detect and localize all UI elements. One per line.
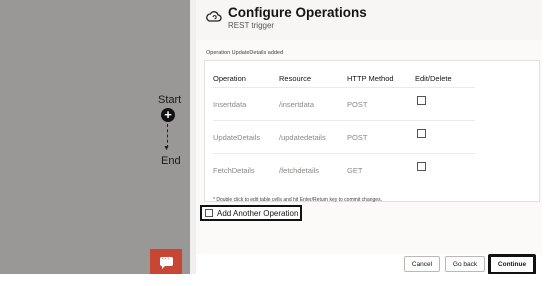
row-select-checkbox[interactable] — [417, 162, 426, 172]
operation-cell[interactable]: FetchDetails — [213, 153, 279, 186]
flow-arrow-icon: ▼ — [163, 145, 170, 152]
resource-cell[interactable]: /fetchdetails — [279, 153, 347, 186]
operations-table-container: Operation Resource HTTP Method Edit/Dele… — [204, 60, 540, 203]
panel-subtitle: REST trigger — [228, 21, 275, 30]
method-cell[interactable]: POST — [347, 87, 415, 121]
add-action-node[interactable]: + — [161, 108, 175, 122]
status-message: Operation UpdateDetails added — [206, 50, 284, 56]
method-cell[interactable]: GET — [347, 153, 415, 186]
row-select-checkbox[interactable] — [417, 129, 426, 139]
chat-button[interactable]: ··· — [150, 249, 182, 274]
flow-end-label: End — [161, 155, 181, 167]
add-another-operation-label: Add Another Operation — [217, 208, 299, 218]
table-header-row: Operation Resource HTTP Method Edit/Dele… — [213, 69, 475, 88]
panel-title: Configure Operations — [228, 5, 367, 20]
operations-table: Operation Resource HTTP Method Edit/Dele… — [213, 69, 475, 186]
column-header-edit-delete: Edit/Delete — [415, 73, 452, 83]
panel-content: Operation UpdateDetails added Operation … — [196, 40, 542, 254]
integration-canvas[interactable]: Start + ▼ End ··· — [0, 0, 190, 274]
configure-operations-panel: Configure Operations REST trigger Operat… — [196, 0, 556, 286]
chat-bubble-icon: ··· — [159, 254, 173, 269]
go-back-button[interactable]: Go back — [445, 256, 485, 272]
edit-delete-cell — [415, 153, 475, 186]
panel-header: Configure Operations REST trigger — [196, 0, 542, 41]
table-footnote: * Double click to edit table cells and h… — [213, 197, 382, 203]
add-another-operation-checkbox[interactable]: Add Another Operation — [200, 205, 302, 221]
cloud-refresh-icon — [206, 11, 222, 22]
checkbox-box[interactable] — [205, 209, 213, 217]
column-header-operation: Operation — [213, 73, 246, 83]
continue-button[interactable]: Continue — [488, 254, 536, 275]
column-header-resource: Resource — [279, 73, 312, 83]
edit-delete-cell — [415, 87, 475, 121]
row-select-checkbox[interactable] — [417, 96, 426, 106]
flow-start-label: Start — [158, 94, 182, 106]
edit-delete-cell — [415, 120, 475, 154]
table-row[interactable]: Insertdata /insertdata POST — [213, 87, 475, 121]
resource-cell[interactable]: /insertdata — [279, 87, 347, 121]
resource-cell[interactable]: /updatedetails — [279, 120, 347, 154]
cancel-button[interactable]: Cancel — [404, 256, 440, 272]
method-cell[interactable]: POST — [347, 120, 415, 154]
operation-cell[interactable]: UpdateDetails — [213, 120, 279, 154]
table-row[interactable]: FetchDetails /fetchdetails GET — [213, 153, 475, 186]
column-header-http-method: HTTP Method — [347, 73, 394, 83]
table-row[interactable]: UpdateDetails /updatedetails POST — [213, 120, 475, 154]
operation-cell[interactable]: Insertdata — [213, 87, 279, 121]
panel-footer: Cancel Go back Continue — [196, 254, 542, 275]
bottom-strip — [0, 274, 556, 286]
